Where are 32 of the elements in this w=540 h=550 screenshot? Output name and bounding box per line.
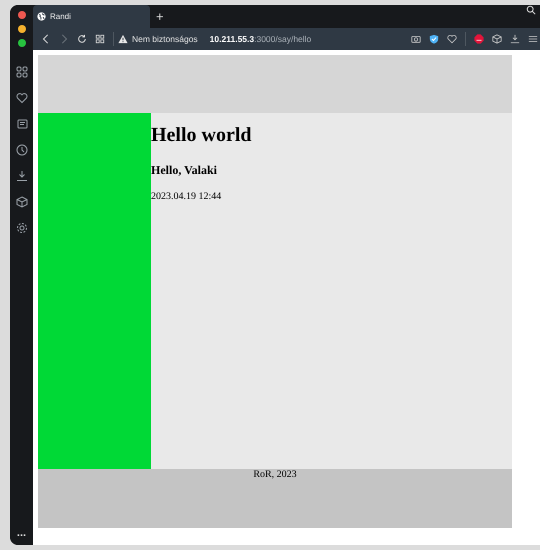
shield-icon[interactable]: [429, 34, 439, 44]
footer-text: RoR, 2023: [253, 469, 297, 480]
cube-icon[interactable]: [492, 34, 502, 44]
settings-icon[interactable]: [16, 222, 28, 234]
search-icon[interactable]: [526, 5, 536, 15]
forward-icon[interactable]: [59, 34, 69, 44]
browser-tab[interactable]: Randi: [33, 5, 150, 28]
menu-icon[interactable]: [528, 34, 538, 44]
heart-icon[interactable]: [447, 34, 457, 44]
cube-icon[interactable]: [16, 196, 28, 208]
globe-icon: [37, 12, 46, 21]
adblock-icon[interactable]: [474, 34, 484, 44]
download-icon[interactable]: [510, 34, 520, 44]
clock-icon[interactable]: [16, 144, 28, 156]
page-heading: Hello world: [151, 124, 253, 147]
more-button[interactable]: ...: [16, 529, 26, 537]
speed-dial-icon[interactable]: [16, 66, 28, 78]
news-icon[interactable]: [16, 118, 28, 130]
heart-icon[interactable]: [16, 92, 28, 104]
camera-icon[interactable]: [411, 34, 421, 44]
tiles-icon[interactable]: [95, 34, 105, 44]
greeting-text: Hello, Valaki: [151, 163, 218, 178]
download-icon[interactable]: [16, 170, 28, 182]
minimize-window-button[interactable]: [18, 25, 26, 33]
close-window-button[interactable]: [18, 11, 26, 19]
reload-icon[interactable]: [77, 34, 87, 44]
warning-icon: [118, 34, 128, 44]
zoom-window-button[interactable]: [18, 39, 26, 47]
address-field[interactable]: Nem biztonságos 10.211.55.3:3000/say/hello: [118, 34, 312, 44]
new-tab-button[interactable]: +: [150, 5, 170, 28]
timestamp-text: 2023.04.19 12:44: [151, 191, 222, 202]
back-icon[interactable]: [41, 34, 51, 44]
